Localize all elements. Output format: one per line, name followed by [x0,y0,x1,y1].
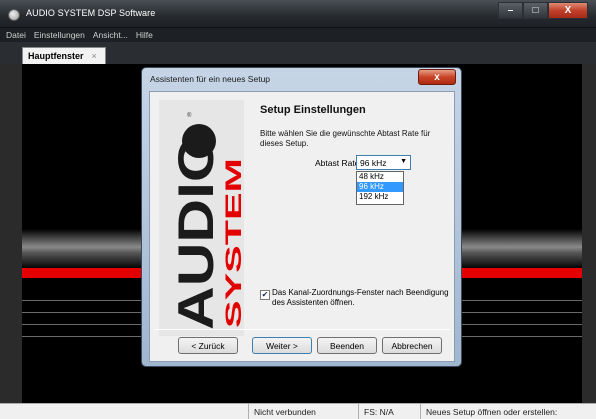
close-button[interactable]: X [548,2,588,19]
rate-option-96[interactable]: 96 kHz [357,182,403,192]
cancel-button[interactable]: Abbrechen [382,337,442,354]
menu-bar: Datei Einstellungen Ansicht... Hilfe [0,28,596,42]
sample-rate-value: 96 kHz [360,157,387,168]
status-hint: Neues Setup öffnen oder erstellen: [420,404,596,419]
audio-system-logo: ® AUDIO SYSTEM [159,100,244,336]
rate-option-192[interactable]: 192 kHz [357,192,403,202]
logo-audio-group: AUDIO [168,135,224,330]
status-bar: Nicht verbunden FS: N/A Neues Setup öffn… [0,403,596,419]
logo-system-text: SYSTEM [221,158,244,328]
window-controls: – □ X [498,2,588,19]
sample-rate-select[interactable]: 96 kHz ▼ [356,155,411,170]
sample-rate-options: 48 kHz 96 kHz 192 kHz [356,171,404,205]
dialog-title: Assistenten für ein neues Setup [150,74,271,84]
status-fs: FS: N/A [358,404,420,419]
checkbox-label[interactable]: Das Kanal-Zuordnungs-Fenster nach Beendi… [272,288,452,308]
dropdown-arrow-icon: ▼ [400,158,407,165]
menu-ansicht[interactable]: Ansicht... [93,30,128,40]
tab-hauptfenster[interactable]: Hauptfenster × [22,47,106,64]
status-connection: Nicht verbunden [248,404,358,419]
rate-option-48[interactable]: 48 kHz [357,172,403,182]
minimize-button[interactable]: – [498,2,523,19]
window-title: AUDIO SYSTEM DSP Software [26,8,156,18]
menu-datei[interactable]: Datei [6,30,26,40]
setup-wizard-dialog: Assistenten für ein neues Setup x ® AUDI… [141,67,462,367]
finish-button[interactable]: Beenden [317,337,377,354]
logo-system-group: SYSTEM [221,158,244,328]
registered-mark: ® [187,112,192,119]
logo-audio-text: AUDIO [168,135,224,330]
menu-hilfe[interactable]: Hilfe [136,30,153,40]
wizard-heading: Setup Einstellungen [260,104,366,116]
menu-einstellungen[interactable]: Einstellungen [34,30,85,40]
wizard-description: Bitte wählen Sie die gewünschte Abtast R… [260,129,431,148]
maximize-button[interactable]: □ [523,2,548,19]
title-bar: AUDIO SYSTEM DSP Software – □ X [0,0,596,28]
tab-close-icon[interactable]: × [92,51,97,61]
logo-dot [182,124,216,158]
tab-strip: Hauptfenster × [0,42,596,64]
tab-label: Hauptfenster [28,51,84,61]
sample-rate-label: Abtast Rate [315,158,360,168]
open-channel-assignment-checkbox[interactable]: ✔ [260,290,270,300]
app-icon [8,9,20,21]
button-separator [154,329,450,330]
status-empty [0,404,248,419]
dialog-client: ® AUDIO SYSTEM Setup Einstellungen Bitte… [149,91,455,362]
back-button[interactable]: < Zurück [178,337,238,354]
next-button[interactable]: Weiter > [252,337,312,354]
dialog-close-button[interactable]: x [418,69,456,85]
